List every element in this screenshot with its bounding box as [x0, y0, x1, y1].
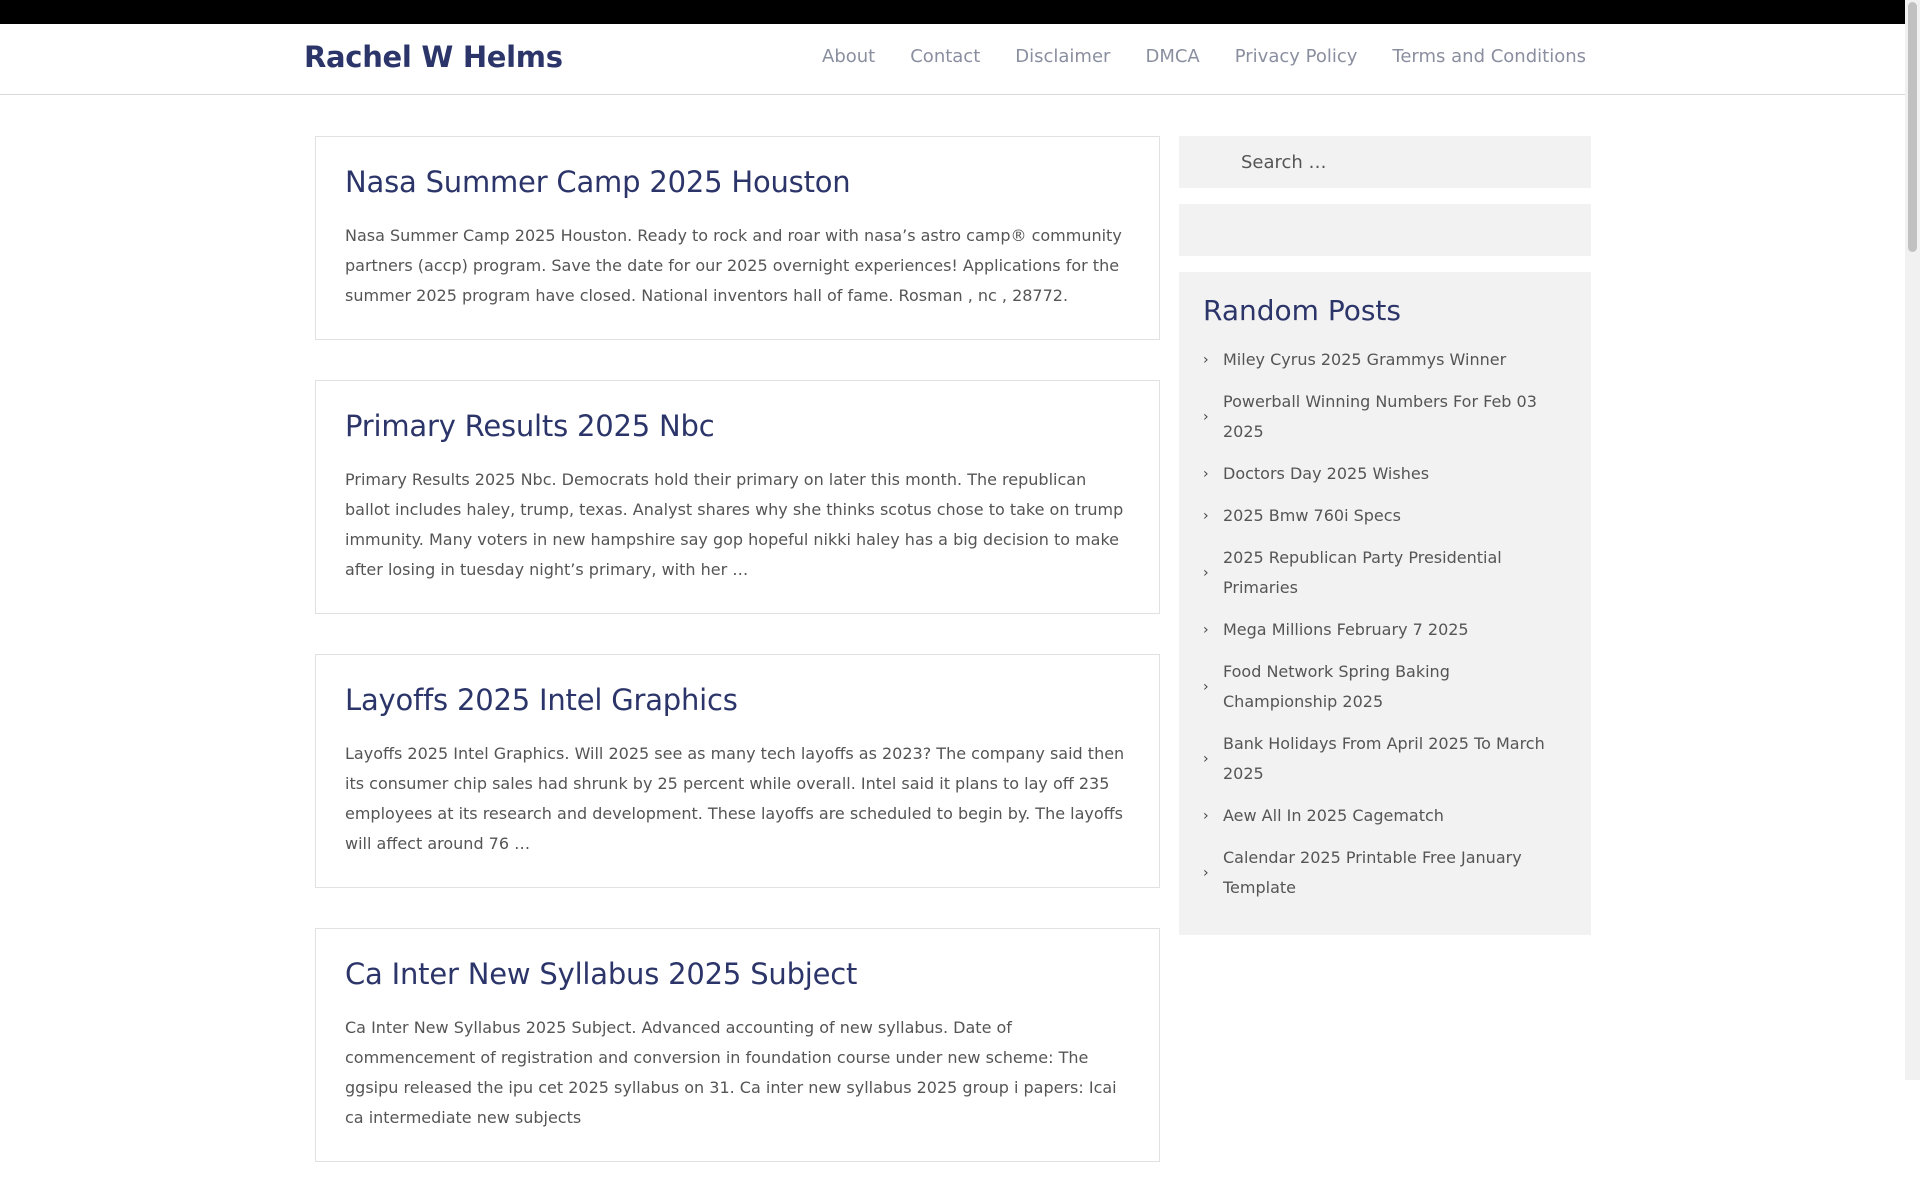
chevron-right-icon: ›	[1203, 679, 1209, 695]
post-card: Primary Results 2025 Nbc Primary Results…	[315, 380, 1160, 614]
post-excerpt: Primary Results 2025 Nbc. Democrats hold…	[345, 470, 1124, 579]
chevron-right-icon: ›	[1203, 808, 1209, 824]
nav-privacy-policy[interactable]: Privacy Policy	[1235, 46, 1358, 67]
nav-contact[interactable]: Contact	[910, 46, 980, 67]
random-post-link[interactable]: 2025 Republican Party Presidential Prima…	[1223, 548, 1502, 597]
random-post-link[interactable]: Food Network Spring Baking Championship …	[1223, 662, 1450, 711]
post-list: Nasa Summer Camp 2025 Houston Nasa Summe…	[315, 136, 1160, 1202]
nav-dmca[interactable]: DMCA	[1145, 46, 1199, 67]
chevron-right-icon: ›	[1203, 466, 1209, 482]
nav-terms-and-conditions[interactable]: Terms and Conditions	[1392, 46, 1586, 67]
search-widget	[1179, 136, 1591, 188]
list-item: › 2025 Bmw 760i Specs	[1203, 501, 1567, 531]
widget-title: Random Posts	[1203, 294, 1401, 327]
chevron-right-icon: ›	[1203, 865, 1209, 881]
list-item: › Bank Holidays From April 2025 To March …	[1203, 729, 1567, 789]
list-item: › Doctors Day 2025 Wishes	[1203, 459, 1567, 489]
random-post-link[interactable]: Calendar 2025 Printable Free January Tem…	[1223, 848, 1522, 897]
random-post-link[interactable]: Doctors Day 2025 Wishes	[1223, 464, 1429, 483]
post-title[interactable]: Nasa Summer Camp 2025 Houston	[345, 165, 1130, 199]
list-item: › Mega Millions February 7 2025	[1203, 615, 1567, 645]
post-title[interactable]: Ca Inter New Syllabus 2025 Subject	[345, 957, 1130, 991]
post-excerpt: Ca Inter New Syllabus 2025 Subject. Adva…	[345, 1018, 1117, 1127]
post-title[interactable]: Primary Results 2025 Nbc	[345, 409, 1130, 443]
main-nav: About Contact Disclaimer DMCA Privacy Po…	[822, 46, 1586, 67]
site-title[interactable]: Rachel W Helms	[304, 40, 563, 74]
random-post-link[interactable]: 2025 Bmw 760i Specs	[1223, 506, 1401, 525]
post-card: Ca Inter New Syllabus 2025 Subject Ca In…	[315, 928, 1160, 1162]
list-item: › Powerball Winning Numbers For Feb 03 20…	[1203, 387, 1567, 447]
chevron-right-icon: ›	[1203, 352, 1209, 368]
list-item: › Aew All In 2025 Cagematch	[1203, 801, 1567, 831]
scrollbar-thumb[interactable]	[1908, 2, 1917, 252]
chevron-right-icon: ›	[1203, 508, 1209, 524]
empty-widget	[1179, 204, 1591, 256]
list-item: › Food Network Spring Baking Championship…	[1203, 657, 1567, 717]
search-input[interactable]	[1239, 136, 1569, 188]
list-item: › Calendar 2025 Printable Free January Te…	[1203, 843, 1567, 903]
top-bar	[0, 0, 1920, 24]
post-excerpt: Nasa Summer Camp 2025 Houston. Ready to …	[345, 226, 1122, 305]
list-item: › 2025 Republican Party Presidential Prim…	[1203, 543, 1567, 603]
post-card: Layoffs 2025 Intel Graphics Layoffs 2025…	[315, 654, 1160, 888]
nav-about[interactable]: About	[822, 46, 875, 67]
page-scrollbar[interactable]	[1905, 0, 1920, 1080]
sidebar: Random Posts › Miley Cyrus 2025 Grammys W…	[1179, 136, 1591, 935]
random-post-link[interactable]: Powerball Winning Numbers For Feb 03 202…	[1223, 392, 1537, 441]
post-excerpt: Layoffs 2025 Intel Graphics. Will 2025 s…	[345, 744, 1125, 853]
random-posts-widget: Random Posts › Miley Cyrus 2025 Grammys W…	[1179, 272, 1591, 935]
chevron-right-icon: ›	[1203, 751, 1209, 767]
chevron-right-icon: ›	[1203, 409, 1209, 425]
random-post-link[interactable]: Bank Holidays From April 2025 To March 2…	[1223, 734, 1545, 783]
random-posts-list: › Miley Cyrus 2025 Grammys Winner › Powerb…	[1203, 345, 1567, 903]
random-post-link[interactable]: Mega Millions February 7 2025	[1223, 620, 1469, 639]
list-item: › Miley Cyrus 2025 Grammys Winner	[1203, 345, 1567, 375]
random-post-link[interactable]: Miley Cyrus 2025 Grammys Winner	[1223, 350, 1506, 369]
chevron-right-icon: ›	[1203, 565, 1209, 581]
random-post-link[interactable]: Aew All In 2025 Cagematch	[1223, 806, 1444, 825]
nav-disclaimer[interactable]: Disclaimer	[1015, 46, 1110, 67]
post-card: Nasa Summer Camp 2025 Houston Nasa Summe…	[315, 136, 1160, 340]
chevron-right-icon: ›	[1203, 622, 1209, 638]
site-header: Rachel W Helms About Contact Disclaimer …	[0, 24, 1920, 95]
post-title[interactable]: Layoffs 2025 Intel Graphics	[345, 683, 1130, 717]
